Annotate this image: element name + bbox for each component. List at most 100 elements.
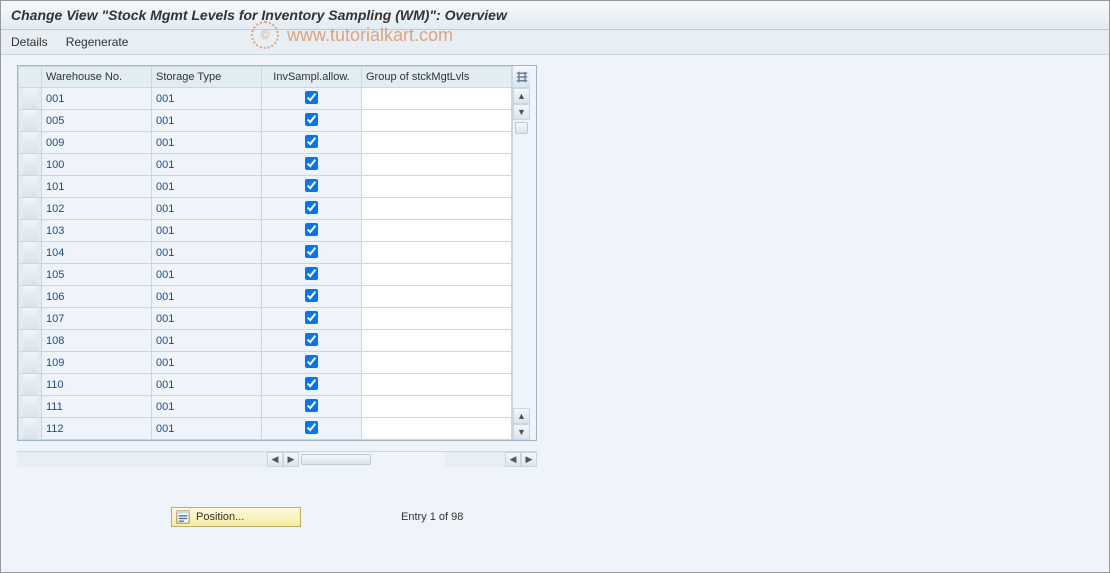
cell-invsampl[interactable] bbox=[262, 220, 362, 242]
cell-group[interactable] bbox=[362, 264, 512, 286]
cell-warehouse[interactable]: 112 bbox=[42, 418, 152, 440]
cell-warehouse[interactable]: 104 bbox=[42, 242, 152, 264]
cell-invsampl[interactable] bbox=[262, 418, 362, 440]
cell-storage[interactable]: 001 bbox=[152, 374, 262, 396]
cell-group[interactable] bbox=[362, 330, 512, 352]
cell-group[interactable] bbox=[362, 352, 512, 374]
cell-storage[interactable]: 001 bbox=[152, 176, 262, 198]
row-selector[interactable] bbox=[23, 286, 37, 307]
invsampl-checkbox[interactable] bbox=[305, 399, 318, 412]
row-selector[interactable] bbox=[23, 110, 37, 131]
cell-storage[interactable]: 001 bbox=[152, 198, 262, 220]
cell-storage[interactable]: 001 bbox=[152, 418, 262, 440]
cell-invsampl[interactable] bbox=[262, 132, 362, 154]
row-selector[interactable] bbox=[23, 418, 37, 439]
position-button[interactable]: Position... bbox=[171, 507, 301, 527]
cell-storage[interactable]: 001 bbox=[152, 154, 262, 176]
cell-invsampl[interactable] bbox=[262, 286, 362, 308]
cell-group[interactable] bbox=[362, 220, 512, 242]
table-row[interactable]: 107001 bbox=[19, 308, 512, 330]
table-row[interactable]: 100001 bbox=[19, 154, 512, 176]
horizontal-scrollbar[interactable]: ◀ ▶ ◀ ▶ bbox=[17, 451, 537, 467]
table-row[interactable]: 103001 bbox=[19, 220, 512, 242]
col-header-invsampl[interactable]: InvSampl.allow. bbox=[262, 67, 362, 88]
invsampl-checkbox[interactable] bbox=[305, 91, 318, 104]
regenerate-button[interactable]: Regenerate bbox=[66, 35, 129, 49]
table-row[interactable]: 112001 bbox=[19, 418, 512, 440]
table-row[interactable]: 105001 bbox=[19, 264, 512, 286]
cell-warehouse[interactable]: 103 bbox=[42, 220, 152, 242]
scroll-down-button[interactable]: ▼ bbox=[513, 424, 530, 440]
cell-invsampl[interactable] bbox=[262, 352, 362, 374]
table-row[interactable]: 009001 bbox=[19, 132, 512, 154]
invsampl-checkbox[interactable] bbox=[305, 267, 318, 280]
cell-group[interactable] bbox=[362, 132, 512, 154]
scroll-right-button[interactable]: ▶ bbox=[283, 452, 299, 467]
cell-invsampl[interactable] bbox=[262, 110, 362, 132]
cell-warehouse[interactable]: 101 bbox=[42, 176, 152, 198]
scroll-page-up-button[interactable]: ▼ bbox=[513, 104, 530, 120]
cell-storage[interactable]: 001 bbox=[152, 286, 262, 308]
cell-warehouse[interactable]: 105 bbox=[42, 264, 152, 286]
row-selector[interactable] bbox=[23, 264, 37, 285]
invsampl-checkbox[interactable] bbox=[305, 179, 318, 192]
cell-group[interactable] bbox=[362, 242, 512, 264]
cell-invsampl[interactable] bbox=[262, 308, 362, 330]
cell-warehouse[interactable]: 100 bbox=[42, 154, 152, 176]
cell-invsampl[interactable] bbox=[262, 176, 362, 198]
cell-storage[interactable]: 001 bbox=[152, 110, 262, 132]
table-row[interactable]: 111001 bbox=[19, 396, 512, 418]
cell-group[interactable] bbox=[362, 176, 512, 198]
cell-storage[interactable]: 001 bbox=[152, 396, 262, 418]
invsampl-checkbox[interactable] bbox=[305, 135, 318, 148]
table-settings-icon[interactable] bbox=[513, 66, 530, 88]
cell-storage[interactable]: 001 bbox=[152, 220, 262, 242]
row-selector[interactable] bbox=[23, 132, 37, 153]
row-selector[interactable] bbox=[23, 176, 37, 197]
details-button[interactable]: Details bbox=[11, 35, 48, 49]
cell-storage[interactable]: 001 bbox=[152, 352, 262, 374]
cell-invsampl[interactable] bbox=[262, 242, 362, 264]
row-selector[interactable] bbox=[23, 198, 37, 219]
invsampl-checkbox[interactable] bbox=[305, 223, 318, 236]
scroll-left-button[interactable]: ◀ bbox=[267, 452, 283, 467]
row-selector[interactable] bbox=[23, 308, 37, 329]
table-row[interactable]: 005001 bbox=[19, 110, 512, 132]
cell-storage[interactable]: 001 bbox=[152, 132, 262, 154]
table-row[interactable]: 108001 bbox=[19, 330, 512, 352]
invsampl-checkbox[interactable] bbox=[305, 377, 318, 390]
invsampl-checkbox[interactable] bbox=[305, 421, 318, 434]
table-row[interactable]: 102001 bbox=[19, 198, 512, 220]
row-selector[interactable] bbox=[23, 330, 37, 351]
table-row[interactable]: 104001 bbox=[19, 242, 512, 264]
cell-storage[interactable]: 001 bbox=[152, 308, 262, 330]
cell-invsampl[interactable] bbox=[262, 396, 362, 418]
cell-storage[interactable]: 001 bbox=[152, 242, 262, 264]
cell-warehouse[interactable]: 001 bbox=[42, 88, 152, 110]
cell-group[interactable] bbox=[362, 374, 512, 396]
cell-warehouse[interactable]: 106 bbox=[42, 286, 152, 308]
row-selector[interactable] bbox=[23, 396, 37, 417]
cell-warehouse[interactable]: 009 bbox=[42, 132, 152, 154]
cell-warehouse[interactable]: 110 bbox=[42, 374, 152, 396]
hscroll-track[interactable] bbox=[299, 452, 445, 467]
cell-group[interactable] bbox=[362, 418, 512, 440]
invsampl-checkbox[interactable] bbox=[305, 113, 318, 126]
invsampl-checkbox[interactable] bbox=[305, 355, 318, 368]
cell-invsampl[interactable] bbox=[262, 264, 362, 286]
cell-group[interactable] bbox=[362, 396, 512, 418]
row-selector[interactable] bbox=[23, 374, 37, 395]
cell-group[interactable] bbox=[362, 110, 512, 132]
scroll-right-end-button[interactable]: ▶ bbox=[521, 452, 537, 467]
scroll-up-button[interactable]: ▲ bbox=[513, 88, 530, 104]
cell-invsampl[interactable] bbox=[262, 154, 362, 176]
table-row[interactable]: 001001 bbox=[19, 88, 512, 110]
col-header-storage[interactable]: Storage Type bbox=[152, 67, 262, 88]
row-selector[interactable] bbox=[23, 242, 37, 263]
cell-warehouse[interactable]: 102 bbox=[42, 198, 152, 220]
invsampl-checkbox[interactable] bbox=[305, 333, 318, 346]
cell-group[interactable] bbox=[362, 154, 512, 176]
cell-group[interactable] bbox=[362, 198, 512, 220]
cell-group[interactable] bbox=[362, 308, 512, 330]
cell-storage[interactable]: 001 bbox=[152, 264, 262, 286]
